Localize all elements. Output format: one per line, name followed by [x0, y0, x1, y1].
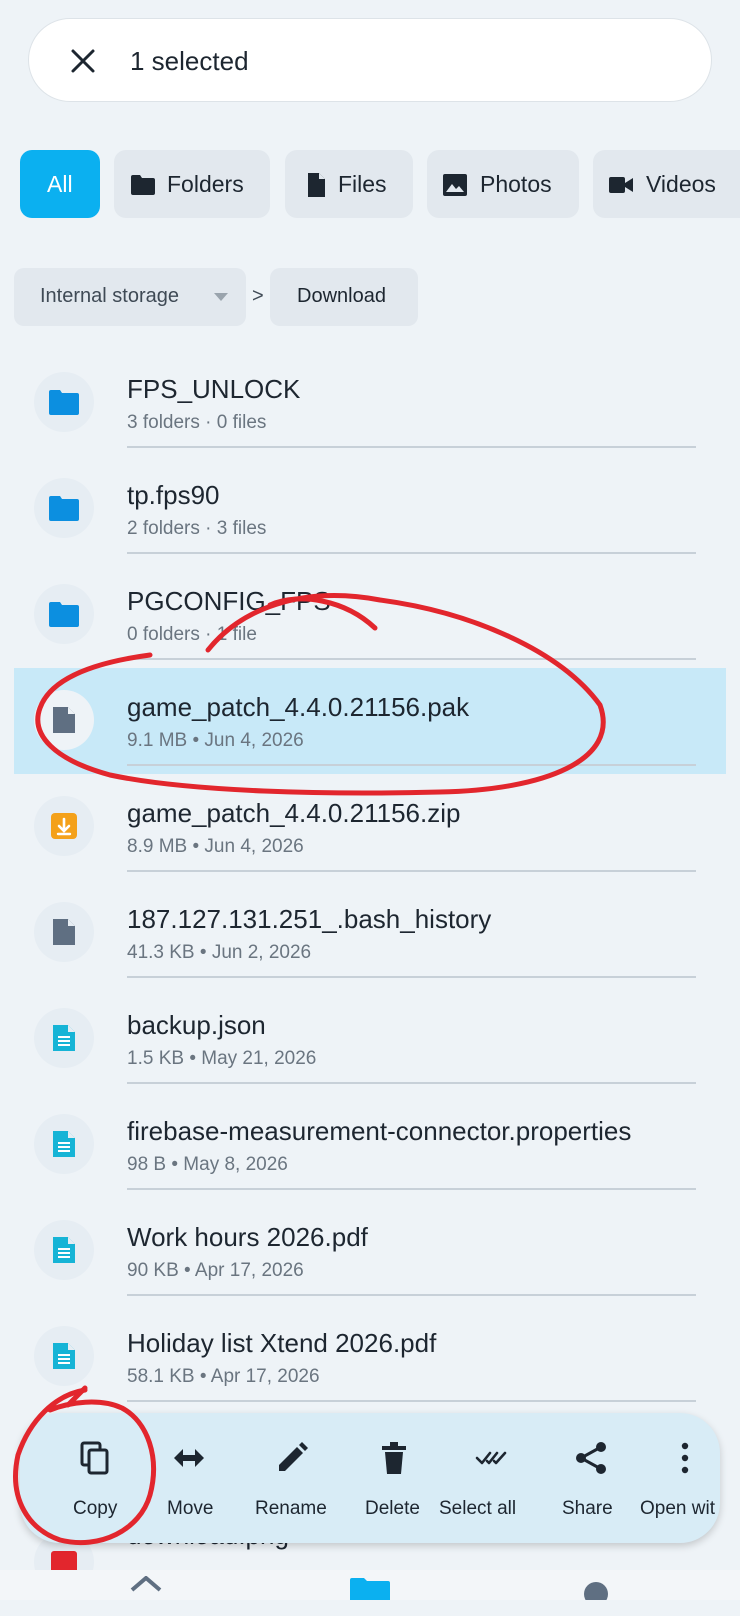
gear-icon[interactable] [580, 1576, 612, 1600]
item-meta: 1.5 KB • May 21, 2026 [127, 1048, 317, 1069]
move-button[interactable]: Move [161, 1413, 221, 1543]
chip-files[interactable]: Files [285, 150, 413, 218]
list-item[interactable]: FPS_UNLOCK 3 folders · 0 files [14, 350, 726, 456]
chip-folders[interactable]: Folders [114, 150, 270, 218]
chip-photos[interactable]: Photos [427, 150, 579, 218]
rename-button[interactable]: Rename [248, 1413, 338, 1543]
divider [127, 870, 696, 872]
more-vert-icon [681, 1442, 689, 1474]
copy-icon [80, 1441, 109, 1475]
document-icon [53, 1025, 75, 1051]
divider [127, 552, 696, 554]
select-all-button[interactable]: Select all [438, 1413, 548, 1543]
list-item[interactable]: Holiday list Xtend 2026.pdf 58.1 KB • Ap… [14, 1304, 726, 1410]
item-name: 187.127.131.251_.bash_history [127, 904, 492, 934]
item-name: firebase-measurement-connector.propertie… [127, 1116, 632, 1146]
item-meta: 58.1 KB • Apr 17, 2026 [127, 1366, 320, 1387]
folder-icon[interactable] [350, 1576, 390, 1600]
list-item[interactable]: Work hours 2026.pdf 90 KB • Apr 17, 2026 [14, 1198, 726, 1304]
share-icon [576, 1442, 606, 1474]
close-icon[interactable] [67, 45, 99, 77]
copy-button[interactable]: Copy [60, 1413, 130, 1543]
breadcrumb-separator: > [252, 285, 264, 307]
file-icon [53, 919, 75, 945]
list-item[interactable]: PGCONFIG_FPS 0 folders · 1 file [14, 562, 726, 668]
selection-bar: 1 selected [28, 18, 712, 102]
list-item[interactable]: tp.fps90 2 folders · 3 files [14, 456, 726, 562]
item-meta: 2 folders · 3 files [127, 518, 267, 539]
filter-chips: All Folders Files Photos Videos [0, 150, 740, 218]
divider [127, 764, 696, 766]
breadcrumb-root[interactable]: Internal storage [14, 268, 246, 326]
list-item[interactable]: 187.127.131.251_.bash_history 41.3 KB • … [14, 880, 726, 986]
document-icon [53, 1131, 75, 1157]
item-name: game_patch_4.4.0.21156.pak [127, 692, 470, 722]
delete-button[interactable]: Delete [355, 1413, 435, 1543]
list-item[interactable]: game_patch_4.4.0.21156.zip 8.9 MB • Jun … [14, 774, 726, 880]
dropdown-arrow-icon [214, 293, 228, 301]
list-item-selected[interactable]: game_patch_4.4.0.21156.pak 9.1 MB • Jun … [14, 668, 726, 774]
item-name: tp.fps90 [127, 480, 220, 510]
item-meta: 98 B • May 8, 2026 [127, 1154, 288, 1175]
archive-icon [51, 813, 77, 839]
breadcrumb-current[interactable]: Download [270, 268, 418, 326]
divider [127, 976, 696, 978]
folder-icon [49, 390, 79, 415]
divider [127, 1294, 696, 1296]
item-name: PGCONFIG_FPS [127, 586, 331, 616]
document-icon [53, 1343, 75, 1369]
divider [127, 446, 696, 448]
selection-count: 1 selected [130, 46, 249, 76]
video-icon [609, 177, 633, 193]
divider [127, 1082, 696, 1084]
document-icon [53, 1237, 75, 1263]
item-name: backup.json [127, 1010, 266, 1040]
breadcrumb: Internal storage > Download [0, 268, 740, 326]
item-meta: 3 folders · 0 files [127, 412, 267, 433]
item-meta: 0 folders · 1 file [127, 624, 257, 645]
bottom-navigation [0, 1570, 740, 1600]
divider [127, 658, 696, 660]
selection-action-bar: Copy Move Rename Delete Select all Share… [20, 1413, 720, 1543]
divider [127, 1188, 696, 1190]
item-meta: 9.1 MB • Jun 4, 2026 [127, 730, 304, 751]
chip-all[interactable]: All [20, 150, 100, 218]
item-meta: 90 KB • Apr 17, 2026 [127, 1260, 304, 1281]
folder-icon [131, 175, 155, 195]
divider [127, 1400, 696, 1402]
home-icon[interactable] [130, 1576, 162, 1600]
item-name: FPS_UNLOCK [127, 374, 301, 404]
delete-icon [382, 1442, 406, 1474]
folder-icon [49, 496, 79, 521]
photo-icon [443, 174, 467, 196]
chip-videos[interactable]: Videos [593, 150, 740, 218]
share-button[interactable]: Share [550, 1413, 634, 1543]
folder-icon [49, 602, 79, 627]
item-name: game_patch_4.4.0.21156.zip [127, 798, 461, 828]
item-meta: 41.3 KB • Jun 2, 2026 [127, 942, 312, 963]
file-icon [308, 173, 325, 197]
item-name: Work hours 2026.pdf [127, 1222, 368, 1252]
item-meta: 8.9 MB • Jun 4, 2026 [127, 836, 304, 857]
list-item[interactable]: firebase-measurement-connector.propertie… [14, 1092, 726, 1198]
file-icon [53, 707, 75, 733]
select-all-icon [475, 1451, 507, 1465]
item-name: Holiday list Xtend 2026.pdf [127, 1328, 437, 1358]
open-with-button[interactable]: Open wit [638, 1413, 720, 1543]
edit-icon [279, 1442, 308, 1471]
move-icon [174, 1449, 204, 1467]
list-item[interactable]: backup.json 1.5 KB • May 21, 2026 [14, 986, 726, 1092]
